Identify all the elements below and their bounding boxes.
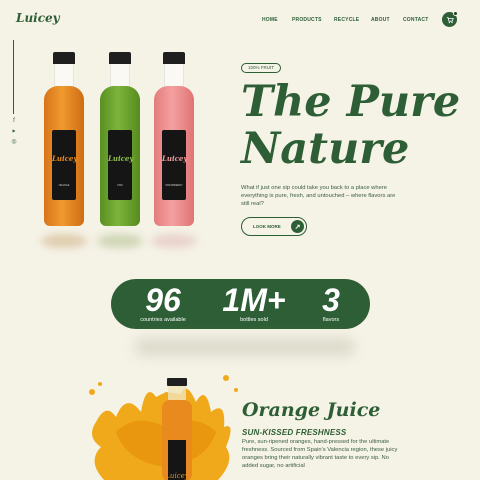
- cart-badge: [453, 11, 458, 16]
- side-divider: [13, 40, 14, 114]
- stats-bar: 96 countries available 1M+ bottles sold …: [111, 279, 370, 329]
- page: Luicey HOME PRODUCTS RECYCLE ABOUT CONTA…: [0, 0, 480, 480]
- stat-countries: 96 countries available: [133, 283, 193, 323]
- stat-bottles: 1M+ bottles sold: [215, 283, 293, 323]
- nav-contact[interactable]: CONTACT: [403, 17, 433, 23]
- hero-title-line: The Pure: [241, 77, 461, 127]
- bottle-brand: Luicey: [52, 154, 78, 163]
- main-nav: HOME PRODUCTS RECYCLE ABOUT CONTACT: [262, 17, 433, 23]
- nav-home[interactable]: HOME: [262, 17, 292, 23]
- bottle-shadow: [41, 234, 87, 248]
- arrow-up-right-icon: ↗: [291, 220, 304, 233]
- product-title: Orange Juice: [242, 399, 381, 421]
- nav-products[interactable]: PRODUCTS: [292, 17, 334, 23]
- product-description: Pure, sun-ripened oranges, hand-pressed …: [242, 439, 398, 469]
- bottle-flavor: ORANGE: [58, 184, 70, 187]
- hero-title-line: Nature: [241, 124, 410, 174]
- bottle-shadow: [151, 234, 197, 248]
- stat-value: 96: [145, 282, 181, 318]
- instagram-icon[interactable]: ◎: [10, 138, 18, 145]
- stat-value: 1M+: [222, 282, 286, 318]
- cart-icon: [446, 16, 454, 23]
- cart-button[interactable]: [442, 11, 458, 27]
- bottle-shadow: [97, 234, 143, 248]
- bottle-brand: Luicey: [162, 154, 188, 163]
- product-subtitle: SUN-KISSED FRESHNESS: [242, 428, 347, 437]
- orange-splash-image: Luicey: [89, 375, 238, 480]
- hero-bottles: Luicey ORANGE Luicey KIWI Luicey STRAWBERRY: [41, 52, 203, 252]
- hero-description: What if just one sip could take you back…: [241, 185, 396, 207]
- bottle-kiwi: Luicey KIWI: [99, 52, 141, 230]
- fruit-badge: 100% FRUIT: [241, 63, 282, 73]
- nav-recycle[interactable]: RECYCLE: [334, 17, 371, 23]
- stat-label: flavors: [322, 317, 340, 323]
- bottle-flavor: KIWI: [117, 184, 123, 187]
- stats-shadow: [135, 338, 355, 356]
- hero-title: The Pure Nature: [241, 79, 461, 173]
- bottle-orange: Luicey ORANGE: [43, 52, 85, 230]
- facebook-icon[interactable]: f: [10, 118, 18, 124]
- look-more-label: LOOK MORE: [253, 224, 281, 229]
- bottle-strawberry: Luicey STRAWBERRY: [153, 52, 195, 230]
- look-more-button[interactable]: LOOK MORE ↗: [241, 217, 307, 236]
- stat-label: countries available: [140, 317, 186, 323]
- nav-about[interactable]: ABOUT: [371, 17, 403, 23]
- bottle-brand: Luicey: [108, 154, 134, 163]
- brand-logo[interactable]: Luicey: [16, 11, 60, 25]
- splash-bottle-brand: Luicey: [164, 472, 189, 480]
- stat-value: 3: [322, 282, 340, 318]
- youtube-icon[interactable]: ▶: [10, 128, 18, 133]
- bottle-flavor: STRAWBERRY: [165, 184, 183, 187]
- stat-flavors: 3 flavors: [311, 283, 351, 323]
